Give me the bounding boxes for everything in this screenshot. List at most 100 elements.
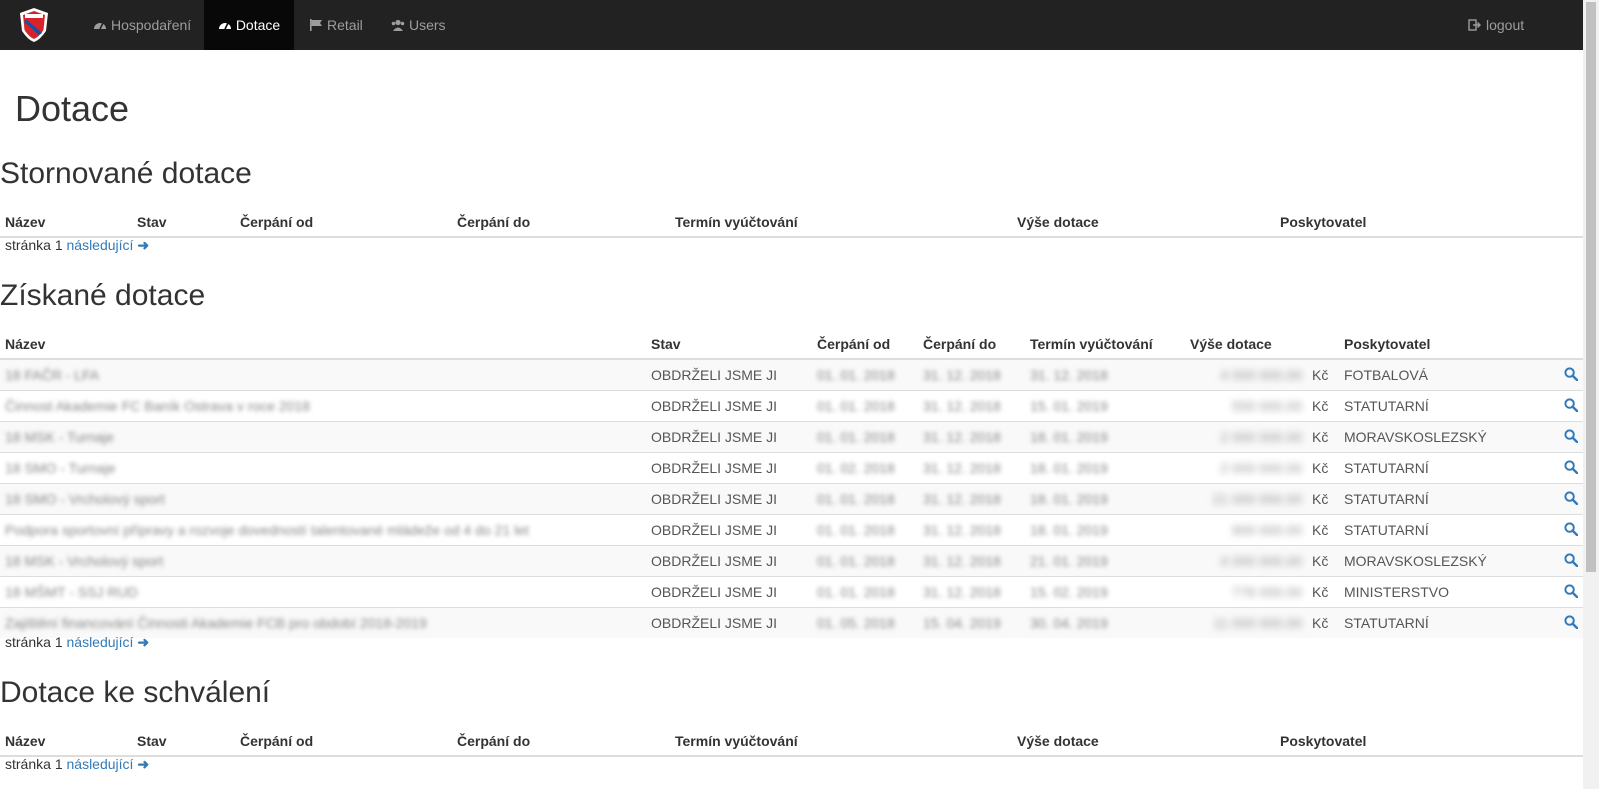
- pager-next-link[interactable]: následující ➜: [67, 634, 150, 650]
- grant-currency: Kč: [1312, 460, 1329, 476]
- grant-settlement: 18. 01. 2019: [1030, 522, 1108, 538]
- table-header: Název Stav Čerpání od Čerpání do Termín …: [0, 322, 1583, 360]
- grant-from: 01. 01. 2018: [817, 491, 895, 507]
- pager-pending: stránka 1 následující ➜: [5, 756, 149, 773]
- detail-button[interactable]: [1519, 421, 1583, 453]
- nav-label: Retail: [327, 17, 363, 33]
- grant-from-cell: 01. 01. 2018: [812, 576, 918, 608]
- table-row[interactable]: Činnost Akademie FC Baník Ostrava v roce…: [0, 390, 1583, 422]
- detail-button[interactable]: [1519, 545, 1583, 577]
- grant-from: 01. 01. 2018: [817, 584, 895, 600]
- page-title: Dotace: [15, 88, 130, 129]
- col-header-to[interactable]: Čerpání do: [452, 719, 670, 757]
- table-row[interactable]: Zajištění financování Činnosti Akademie …: [0, 607, 1583, 638]
- col-header-provider[interactable]: Poskytovatel: [1275, 200, 1583, 238]
- table-row[interactable]: 18 MŠMT - SSJ RUD OBDRŽELI JSME JI 01. 01.…: [0, 576, 1583, 608]
- col-header-from[interactable]: Čerpání od: [235, 719, 452, 757]
- table-row[interactable]: 18 FAČR - LFA OBDRŽELI JSME JI 01. 01. 201…: [0, 358, 1583, 391]
- col-header-settlement[interactable]: Termín vyúčtování: [1025, 322, 1185, 360]
- detail-button[interactable]: [1519, 607, 1583, 638]
- col-header-status[interactable]: Stav: [646, 322, 812, 360]
- nav-users[interactable]: Users: [380, 0, 457, 50]
- grant-provider-cell: MORAVSKOSLEZSKÝ: [1339, 421, 1519, 453]
- grant-to: 31. 12. 2018: [923, 398, 1001, 414]
- col-header-status[interactable]: Stav: [132, 200, 235, 238]
- pager-prefix: stránka: [5, 756, 51, 772]
- grant-settlement: 30. 04. 2019: [1030, 615, 1108, 631]
- grant-amount: 2 000 000.00: [1220, 460, 1302, 476]
- col-header-from[interactable]: Čerpání od: [235, 200, 452, 238]
- table-row[interactable]: 18 SMO - Vrcholový sport OBDRŽELI JSME JI…: [0, 483, 1583, 515]
- pager-next-link[interactable]: následující ➜: [67, 237, 150, 253]
- nav-hospodareni[interactable]: Hospodaření: [82, 0, 202, 50]
- grant-status-cell: OBDRŽELI JSME JI: [646, 421, 812, 453]
- grant-settlement-cell: 15. 02. 2019: [1025, 576, 1185, 608]
- grant-name-cell: Činnost Akademie FC Baník Ostrava v roce…: [0, 390, 646, 422]
- nav-retail[interactable]: Retail: [298, 0, 374, 50]
- col-header-status[interactable]: Stav: [132, 719, 235, 757]
- col-header-provider[interactable]: Poskytovatel: [1339, 322, 1519, 360]
- col-header-amount[interactable]: Výše dotace: [1012, 200, 1275, 238]
- pager-page: 1: [54, 756, 63, 772]
- nav-dotace[interactable]: Dotace: [204, 0, 294, 50]
- grant-provider: MINISTERSTVO: [1344, 584, 1450, 600]
- section-title-cancelled: Stornované dotace: [0, 157, 252, 190]
- table-row[interactable]: Podpora sportovní přípravy a rozvoje dov…: [0, 514, 1583, 546]
- grant-from-cell: 01. 05. 2018: [812, 607, 918, 638]
- pager-cancelled: stránka 1 následující ➜: [5, 237, 149, 254]
- grant-status-cell: OBDRŽELI JSME JI: [646, 452, 812, 484]
- detail-button[interactable]: [1519, 452, 1583, 484]
- search-icon: [1564, 428, 1579, 443]
- detail-button[interactable]: [1519, 390, 1583, 422]
- col-header-settlement[interactable]: Termín vyúčtování: [670, 719, 1012, 757]
- detail-button[interactable]: [1519, 358, 1583, 391]
- col-header-name[interactable]: Název: [0, 719, 132, 757]
- grant-status: OBDRŽELI JSME JI: [651, 553, 778, 569]
- search-icon: [1564, 552, 1579, 567]
- arrow-right-icon: ➜: [137, 756, 150, 772]
- col-header-to[interactable]: Čerpání do: [918, 322, 1025, 360]
- vertical-scrollbar[interactable]: [1583, 0, 1599, 789]
- detail-button[interactable]: [1519, 483, 1583, 515]
- col-header-from[interactable]: Čerpání od: [812, 322, 918, 360]
- table-row[interactable]: 18 MSK - Turnaje OBDRŽELI JSME JI 01. 01. …: [0, 421, 1583, 453]
- col-header-amount[interactable]: Výše dotace: [1012, 719, 1275, 757]
- grant-amount-cell: 11 000 000.00: [1185, 607, 1307, 638]
- grant-settlement-cell: 18. 01. 2019: [1025, 452, 1185, 484]
- scrollbar-thumb[interactable]: [1586, 2, 1596, 572]
- grant-provider: STATUTARNÍ: [1344, 491, 1429, 507]
- grant-provider: MORAVSKOSLEZSKÝ: [1344, 553, 1487, 569]
- col-header-amount[interactable]: Výše dotace: [1185, 322, 1307, 360]
- grant-provider: FOTBALOVÁ: [1344, 367, 1429, 383]
- grant-name: Zajištění financování Činnosti Akademie …: [5, 615, 427, 631]
- col-header-provider[interactable]: Poskytovatel: [1275, 719, 1583, 757]
- detail-button[interactable]: [1519, 576, 1583, 608]
- grant-to-cell: 31. 12. 2018: [918, 545, 1025, 577]
- grant-amount-cell: 550 000.00: [1185, 390, 1307, 422]
- table-row[interactable]: 18 MSK - Vrcholový sport OBDRŽELI JSME JI…: [0, 545, 1583, 577]
- grant-currency: Kč: [1312, 584, 1329, 600]
- grant-status: OBDRŽELI JSME JI: [651, 615, 778, 631]
- received-table: Název Stav Čerpání od Čerpání do Termín …: [0, 322, 1583, 638]
- col-header-name[interactable]: Název: [0, 322, 646, 360]
- grant-name: Činnost Akademie FC Baník Ostrava v roce…: [5, 398, 311, 414]
- col-header-to[interactable]: Čerpání do: [452, 200, 670, 238]
- arrow-right-icon: ➜: [137, 634, 150, 650]
- grant-amount-cell: 900 000.00: [1185, 514, 1307, 546]
- search-icon: [1564, 583, 1579, 598]
- detail-button[interactable]: [1519, 514, 1583, 546]
- logout-link[interactable]: logout: [1457, 0, 1535, 50]
- table-row[interactable]: 18 SMO - Turnaje OBDRŽELI JSME JI 01. 02. …: [0, 452, 1583, 484]
- grant-amount: 900 000.00: [1231, 522, 1302, 538]
- club-logo[interactable]: [18, 7, 50, 43]
- col-header-settlement[interactable]: Termín vyúčtování: [670, 200, 1012, 238]
- grant-settlement-cell: 31. 12. 2018: [1025, 358, 1185, 391]
- grant-name: Podpora sportovní přípravy a rozvoje dov…: [5, 522, 529, 538]
- grant-provider-cell: MINISTERSTVO: [1339, 576, 1519, 608]
- pager-next-label: následující: [66, 634, 134, 650]
- col-header-name[interactable]: Název: [0, 200, 132, 238]
- search-icon: [1564, 397, 1579, 412]
- grant-to: 31. 12. 2018: [923, 522, 1001, 538]
- grant-name-cell: 18 MŠMT - SSJ RUD: [0, 576, 646, 608]
- pager-next-link[interactable]: následující ➜: [67, 756, 150, 772]
